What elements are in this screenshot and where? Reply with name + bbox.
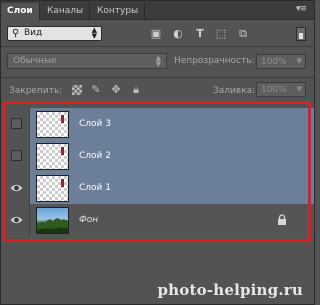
opacity-label: Непрозрачность: <box>174 56 255 66</box>
watermark: photo-helping.ru <box>157 281 303 299</box>
adjustment-filter-icon[interactable]: ◐ <box>171 27 185 40</box>
lock-all-icon[interactable]: 🔒︎ <box>129 83 143 97</box>
layer-kind-label: Вид <box>24 28 43 38</box>
tab-paths[interactable]: Контуры <box>91 3 146 19</box>
lock-label: Закрепить: <box>9 86 63 96</box>
panel-tab-bar: Слои Каналы Контуры ▾≡ <box>1 1 314 20</box>
tab-layers[interactable]: Слои <box>1 3 40 20</box>
opacity-field[interactable]: 100% ▼ <box>256 54 306 69</box>
blend-mode-value: Обычные <box>13 56 57 66</box>
type-filter-icon[interactable]: T <box>193 27 207 40</box>
tab-channels[interactable]: Каналы <box>41 3 91 19</box>
chevron-updown-icon: ▲ ▼ <box>155 54 161 68</box>
lock-transparent-icon[interactable] <box>72 85 82 95</box>
fill-value: 100% <box>261 85 287 95</box>
fill-label: Заливка: <box>213 86 256 96</box>
fill-field[interactable]: 100% ▼ <box>256 82 306 97</box>
chevron-updown-icon: ▲ ▼ <box>91 26 97 40</box>
layer-kind-filter[interactable]: ⚲ Вид ▲ ▼ <box>7 26 102 41</box>
lock-brush-icon[interactable]: ✎ <box>89 83 103 97</box>
divider <box>1 46 314 47</box>
shape-filter-icon[interactable]: ⬚ <box>214 27 228 40</box>
chevron-down-icon: ▼ <box>296 85 302 93</box>
divider <box>1 77 314 78</box>
lock-move-icon[interactable]: ✥ <box>109 83 123 97</box>
layers-panel: Слои Каналы Контуры ▾≡ ⚲ Вид ▲ ▼ ▣ ◐ T ⬚ … <box>0 0 315 305</box>
chevron-down-icon: ▼ <box>296 57 302 65</box>
filter-toggle-switch[interactable] <box>296 27 306 41</box>
layers-highlight-frame <box>3 101 311 242</box>
smart-object-filter-icon[interactable]: ⧉ <box>236 27 250 40</box>
image-filter-icon[interactable]: ▣ <box>149 27 163 40</box>
panel-menu-icon[interactable]: ▾≡ <box>296 4 307 14</box>
search-icon: ⚲ <box>12 28 20 39</box>
blend-mode-select[interactable]: Обычные ▲ ▼ <box>7 53 167 69</box>
opacity-value: 100% <box>261 57 287 67</box>
